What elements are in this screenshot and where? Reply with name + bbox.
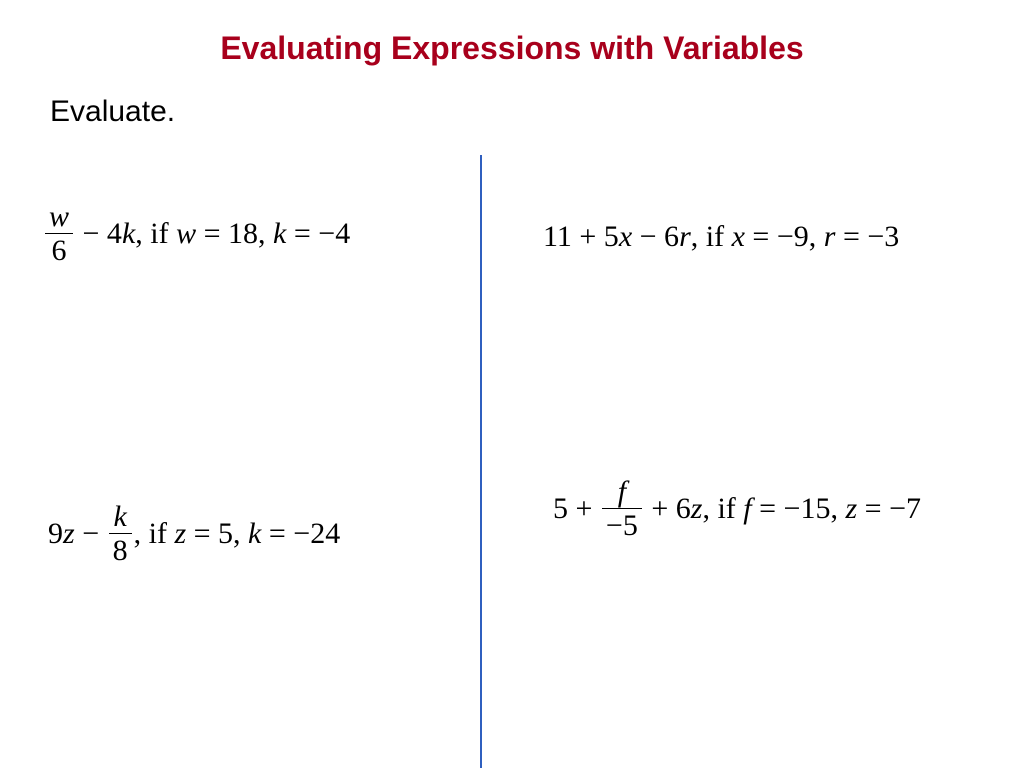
cond1-value: = 5 [186, 517, 233, 550]
expr-mid: − 6 [632, 220, 679, 253]
fraction-numerator: w [45, 200, 73, 234]
cond2-value: = −4 [286, 217, 350, 250]
expr-after-frac: + 6 [644, 492, 691, 525]
fraction-numerator: k [109, 500, 132, 534]
cond2-value: = −24 [261, 517, 340, 550]
instruction-text: Evaluate. [50, 95, 175, 129]
worksheet-page: Evaluating Expressions with Variables Ev… [0, 0, 1024, 768]
expr-mid: − [75, 517, 107, 550]
condition-intro: , if [134, 517, 175, 550]
cond1-value: = −9 [745, 220, 809, 253]
condition-intro: , if [135, 217, 176, 250]
condition-intro: , if [691, 220, 732, 253]
variable-z: z [63, 517, 75, 550]
page-title: Evaluating Expressions with Variables [0, 30, 1024, 67]
expr-lead: 9 [48, 517, 63, 550]
cond-separator: , [258, 217, 273, 250]
fraction: f −5 [602, 475, 642, 542]
expr-text: − 4 [75, 217, 122, 250]
cond-separator: , [830, 492, 845, 525]
cond-separator: , [233, 517, 248, 550]
problem-4: 5 + f −5 + 6z, if f = −15, z = −7 [553, 475, 921, 542]
cond1-value: = 18 [196, 217, 258, 250]
fraction: w 6 [45, 200, 73, 267]
condition-intro: , if [702, 492, 743, 525]
fraction-denominator: 6 [45, 234, 73, 267]
variable-z2: z [845, 492, 857, 525]
variable-k2: k [273, 217, 286, 250]
variable-z2: z [174, 517, 186, 550]
problem-3: 9z − k 8 , if z = 5, k = −24 [48, 500, 340, 567]
variable-f: f [743, 492, 751, 525]
expr-lead: 11 + 5 [543, 220, 619, 253]
variable-w: w [176, 217, 196, 250]
variable-x2: x [732, 220, 745, 253]
problem-2: 11 + 5x − 6r, if x = −9, r = −3 [543, 220, 899, 253]
variable-r2: r [824, 220, 836, 253]
cond-separator: , [809, 220, 824, 253]
fraction-denominator: −5 [602, 509, 642, 542]
fraction-numerator: f [602, 475, 642, 509]
expr-lead: 5 + [553, 492, 600, 525]
variable-z: z [691, 492, 703, 525]
variable-k: k [122, 217, 135, 250]
cond2-value: = −7 [857, 492, 921, 525]
problem-1: w 6 − 4k, if w = 18, k = −4 [43, 200, 350, 267]
variable-x: x [619, 220, 632, 253]
fraction-denominator: 8 [109, 534, 132, 567]
column-divider [480, 155, 482, 768]
variable-r: r [679, 220, 691, 253]
variable-k: k [248, 517, 261, 550]
fraction: k 8 [109, 500, 132, 567]
cond1-value: = −15 [752, 492, 831, 525]
cond2-value: = −3 [835, 220, 899, 253]
